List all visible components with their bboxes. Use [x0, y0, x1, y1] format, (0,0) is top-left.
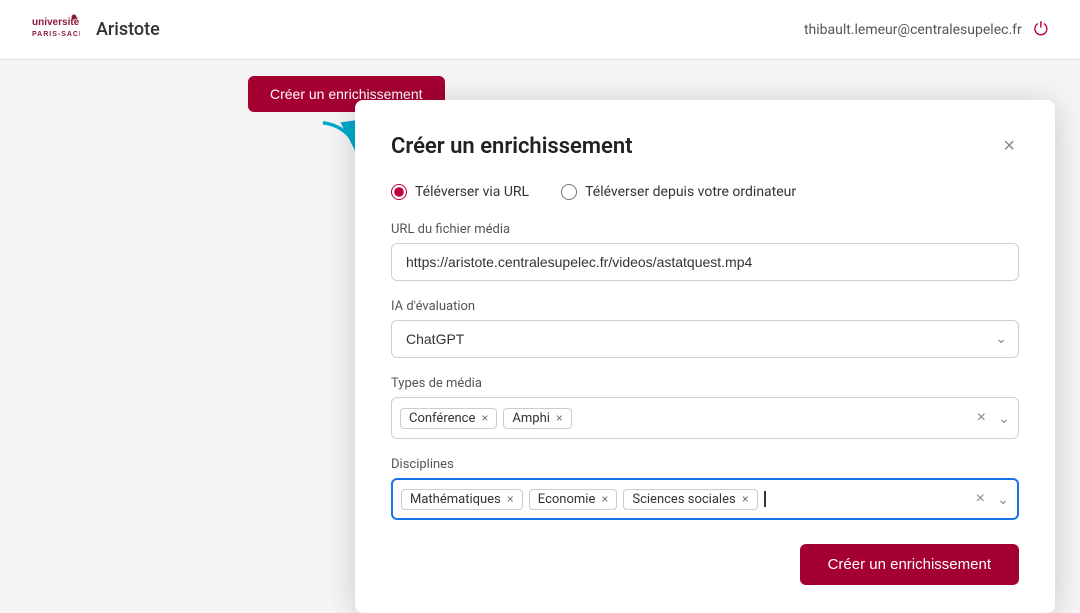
tag-amphi: Amphi × [503, 408, 572, 429]
app-title: Aristote [96, 19, 160, 40]
tag-sciences-sociales: Sciences sociales × [623, 489, 757, 510]
tag-economie: Economie × [529, 489, 618, 510]
modal-close-button[interactable]: × [999, 132, 1019, 160]
logo-svg: université PARIS-SACLAY [32, 12, 80, 48]
tag-sciences-sociales-text: Sciences sociales [632, 492, 735, 507]
user-email: thibault.lemeur@centralesupelec.fr [804, 22, 1022, 38]
radio-computer-text: Téléverser depuis votre ordinateur [585, 184, 796, 200]
media-types-label: Types de média [391, 376, 1019, 391]
modal-title: Créer un enrichissement [391, 134, 633, 159]
create-enrichment-modal: Créer un enrichissement × Téléverser via… [355, 100, 1055, 613]
svg-text:PARIS-SACLAY: PARIS-SACLAY [32, 31, 80, 38]
upload-method-radio-group: Téléverser via URL Téléverser depuis vot… [391, 184, 1019, 200]
header-right: thibault.lemeur@centralesupelec.fr ⏻ [804, 19, 1048, 40]
university-logo: université PARIS-SACLAY [32, 12, 80, 48]
tag-mathematiques-text: Mathématiques [410, 492, 501, 507]
tag-amphi-remove-button[interactable]: × [556, 412, 563, 424]
disciplines-field-group: Disciplines Mathématiques × Economie × S… [391, 457, 1019, 520]
create-enrichment-submit-button[interactable]: Créer un enrichissement [800, 544, 1019, 585]
radio-url-text: Téléverser via URL [415, 184, 529, 200]
ia-field-group: IA d'évaluation ChatGPT ⌄ [391, 299, 1019, 358]
radio-computer-label[interactable]: Téléverser depuis votre ordinateur [561, 184, 796, 200]
tag-mathematiques: Mathématiques × [401, 489, 523, 510]
tag-economie-remove-button[interactable]: × [601, 493, 608, 505]
disciplines-tags-input[interactable]: Mathématiques × Economie × Sciences soci… [391, 478, 1019, 520]
modal-footer: Créer un enrichissement [391, 544, 1019, 585]
disciplines-chevron-icon[interactable]: ⌄ [997, 492, 1009, 506]
tag-amphi-text: Amphi [512, 411, 550, 426]
power-icon[interactable]: ⏻ [1034, 19, 1048, 40]
radio-url-label[interactable]: Téléverser via URL [391, 184, 529, 200]
ia-select-wrapper: ChatGPT ⌄ [391, 320, 1019, 358]
tag-mathematiques-remove-button[interactable]: × [507, 493, 514, 505]
radio-computer-input[interactable] [561, 184, 577, 200]
media-types-tags-input[interactable]: Conférence × Amphi × × ⌄ [391, 397, 1019, 439]
tag-conference-remove-button[interactable]: × [481, 412, 488, 424]
text-cursor [764, 491, 766, 507]
url-field-group: URL du fichier média [391, 222, 1019, 281]
radio-url-input[interactable] [391, 184, 407, 200]
url-input[interactable] [391, 243, 1019, 281]
media-types-chevron-icon[interactable]: ⌄ [998, 411, 1010, 425]
ia-label: IA d'évaluation [391, 299, 1019, 314]
header-left: université PARIS-SACLAY Aristote [32, 12, 160, 48]
tag-sciences-sociales-remove-button[interactable]: × [742, 493, 749, 505]
main-content: Créer un enrichissement Créer un enrichi… [0, 60, 1080, 608]
tag-conference-text: Conférence [409, 411, 475, 426]
disciplines-clear-button[interactable]: × [976, 491, 985, 507]
media-types-clear-button[interactable]: × [977, 410, 986, 426]
disciplines-label: Disciplines [391, 457, 1019, 472]
modal-header: Créer un enrichissement × [391, 132, 1019, 160]
media-types-field-group: Types de média Conférence × Amphi × × ⌄ [391, 376, 1019, 439]
url-label: URL du fichier média [391, 222, 1019, 237]
tag-economie-text: Economie [538, 492, 596, 507]
tag-conference: Conférence × [400, 408, 497, 429]
header: université PARIS-SACLAY Aristote thibaul… [0, 0, 1080, 60]
ia-select[interactable]: ChatGPT [391, 320, 1019, 358]
